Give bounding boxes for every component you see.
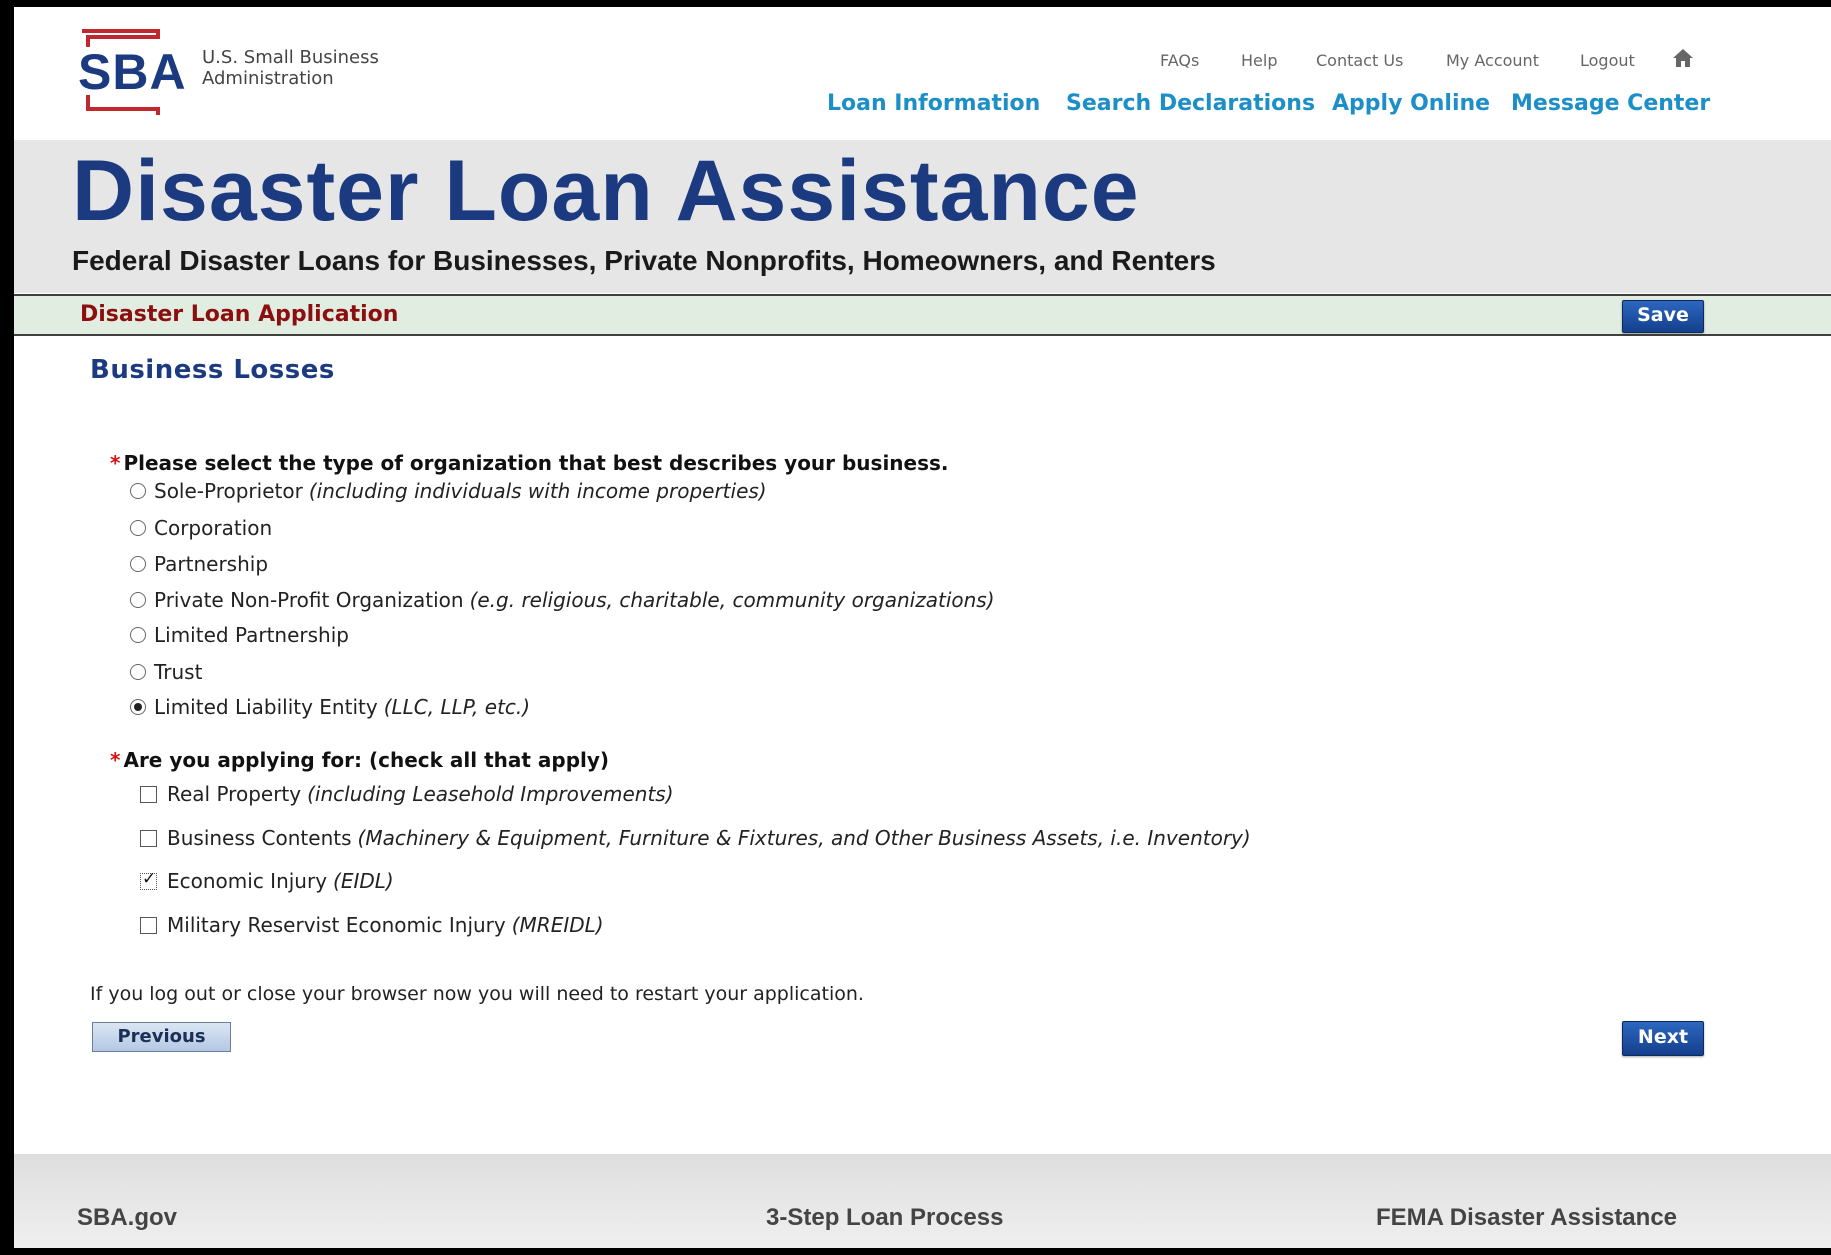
nav-search-declarations[interactable]: Search Declarations — [1066, 91, 1315, 116]
radio-button[interactable] — [130, 483, 146, 499]
logo-lettering: SBA — [78, 44, 187, 100]
next-button[interactable]: Next — [1622, 1021, 1704, 1056]
restart-warning: If you log out or close your browser now… — [90, 983, 864, 1005]
apply-option-military-reservist[interactable]: Military Reservist Economic Injury (MREI… — [140, 912, 604, 938]
save-button[interactable]: Save — [1622, 300, 1704, 333]
radio-button[interactable] — [130, 520, 146, 536]
nav-apply-online[interactable]: Apply Online — [1332, 91, 1490, 116]
application-title: Disaster Loan Application — [80, 302, 399, 327]
org-type-question: * Please select the type of organization … — [110, 451, 949, 475]
option-hint: (including individuals with income prope… — [308, 479, 767, 503]
option-label: Military Reservist Economic Injury — [167, 913, 506, 937]
required-marker: * — [110, 451, 121, 475]
option-label: Business Contents — [167, 826, 352, 850]
faqs-link[interactable]: FAQs — [1160, 51, 1199, 70]
org-type-question-text: Please select the type of organization t… — [123, 451, 949, 475]
option-hint: (EIDL) — [333, 869, 394, 893]
footer-link-3-step-loan-process[interactable]: 3-Step Loan Process — [766, 1204, 1003, 1232]
checkbox-checked[interactable] — [140, 869, 157, 890]
checkbox[interactable] — [140, 829, 157, 847]
radio-button-selected[interactable] — [130, 699, 146, 715]
option-label: Real Property — [167, 782, 302, 806]
site-header: SBA U.S. Small Business Administration F… — [14, 7, 1831, 140]
logout-link[interactable]: Logout — [1580, 51, 1635, 70]
radio-button[interactable] — [130, 627, 146, 643]
nav-message-center[interactable]: Message Center — [1511, 91, 1710, 116]
required-marker: * — [110, 748, 121, 772]
option-hint: (e.g. religious, charitable, community o… — [469, 588, 995, 612]
checkbox[interactable] — [140, 916, 157, 934]
application-bar: Disaster Loan Application — [14, 294, 1831, 336]
org-option-limited-partnership[interactable]: Limited Partnership — [130, 622, 349, 648]
option-label: Economic Injury — [167, 869, 328, 893]
footer-link-sba-gov[interactable]: SBA.gov — [77, 1204, 177, 1232]
org-option-partnership[interactable]: Partnership — [130, 551, 268, 577]
option-label: Private Non-Profit Organization — [154, 588, 464, 612]
checkbox[interactable] — [140, 785, 157, 803]
org-option-corporation[interactable]: Corporation — [130, 515, 272, 541]
org-option-sole-proprietor[interactable]: Sole-Proprietor (including individuals w… — [130, 478, 767, 504]
option-label: Partnership — [154, 552, 269, 576]
option-hint: (MREIDL) — [511, 913, 604, 937]
radio-button[interactable] — [130, 592, 146, 608]
banner-subtitle: Federal Disaster Loans for Businesses, P… — [72, 245, 1216, 276]
sba-logo[interactable]: SBA — [76, 27, 196, 119]
nav-loan-information[interactable]: Loan Information — [827, 91, 1040, 116]
previous-button[interactable]: Previous — [92, 1022, 231, 1052]
apply-option-business-contents[interactable]: Business Contents (Machinery & Equipment… — [140, 825, 1251, 851]
option-label: Limited Partnership — [154, 623, 349, 647]
radio-button[interactable] — [130, 556, 146, 572]
site-footer: SBA.gov 3-Step Loan Process FEMA Disaste… — [14, 1154, 1831, 1248]
radio-button[interactable] — [130, 664, 146, 680]
org-option-limited-liability-entity[interactable]: Limited Liability Entity (LLC, LLP, etc.… — [130, 694, 530, 720]
logo-text-line2: Administration — [202, 68, 334, 89]
option-label: Trust — [154, 660, 203, 684]
loan-type-question: * Are you applying for: (check all that a… — [110, 748, 609, 772]
option-hint: (Machinery & Equipment, Furniture & Fixt… — [357, 826, 1251, 850]
option-label: Limited Liability Entity — [154, 695, 378, 719]
option-hint: (including Leasehold Improvements) — [307, 782, 674, 806]
browser-frame: SBA U.S. Small Business Administration F… — [0, 0, 1831, 1255]
banner-title: Disaster Loan Assistance — [72, 143, 1140, 239]
logo-text-line1: U.S. Small Business — [202, 47, 379, 68]
hero-banner: Disaster Loan Assistance Federal Disaste… — [14, 140, 1831, 293]
option-hint: (LLC, LLP, etc.) — [383, 695, 531, 719]
apply-option-real-property[interactable]: Real Property (including Leasehold Impro… — [140, 781, 674, 807]
help-link[interactable]: Help — [1241, 51, 1277, 70]
apply-option-economic-injury[interactable]: Economic Injury (EIDL) — [140, 868, 394, 894]
option-label: Corporation — [154, 516, 273, 540]
option-label: Sole-Proprietor — [154, 479, 303, 503]
contact-us-link[interactable]: Contact Us — [1316, 51, 1403, 70]
loan-type-question-text: Are you applying for: (check all that ap… — [123, 748, 610, 772]
org-option-trust[interactable]: Trust — [130, 659, 202, 685]
org-option-private-non-profit[interactable]: Private Non-Profit Organization (e.g. re… — [130, 587, 995, 613]
my-account-link[interactable]: My Account — [1446, 51, 1539, 70]
home-icon[interactable] — [1672, 47, 1694, 69]
footer-link-fema-disaster-assistance[interactable]: FEMA Disaster Assistance — [1376, 1204, 1677, 1232]
section-title: Business Losses — [90, 355, 335, 385]
